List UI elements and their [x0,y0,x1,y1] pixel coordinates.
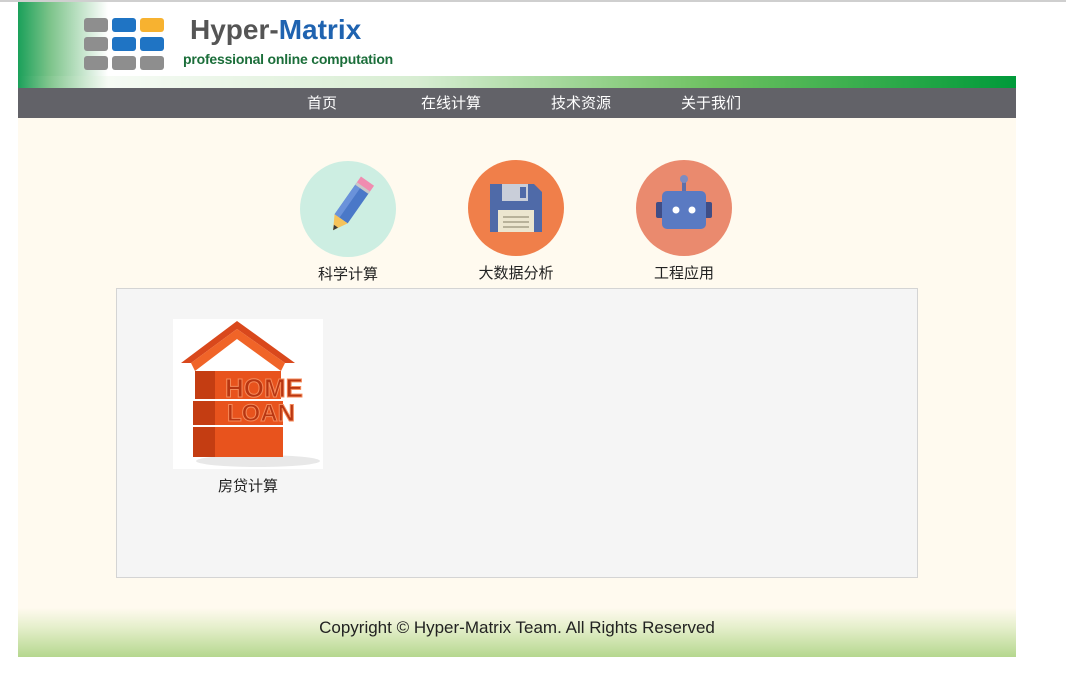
calculator-list-panel: HOME LOAN 房贷计算 [116,288,918,578]
logo-icon[interactable] [84,18,166,70]
nav-item-online-compute[interactable]: 在线计算 [421,88,481,118]
floppy-disk-icon[interactable] [468,160,564,256]
category-engineering-applications[interactable]: 工程应用 [636,160,732,282]
brand-title[interactable]: Hyper-Matrix [190,14,361,46]
nav-item-tech-resources[interactable]: 技术资源 [551,88,611,118]
calculator-item-home-loan[interactable]: HOME LOAN 房贷计算 [173,319,323,496]
category-label: 科学计算 [317,265,378,283]
home-loan-image-text-line2: LOAN [227,400,295,427]
footer: Copyright © Hyper-Matrix Team. All Right… [18,608,1016,657]
header: Hyper-Matrix professional online computa… [18,2,1016,88]
calculator-item-label: 房贷计算 [217,477,278,495]
brand-tagline: professional online computation [183,51,394,67]
copyright-text: Copyright © Hyper-Matrix Team. All Right… [319,618,715,637]
brand-title-part1: Hyper- [190,14,279,45]
pencil-icon[interactable] [300,161,396,257]
home-loan-icon[interactable]: HOME LOAN [173,319,323,469]
brand-title-part2: Matrix [278,14,362,45]
page: Hyper-Matrix professional online computa… [18,2,1016,657]
header-bottom-gradient [18,76,1016,88]
category-big-data-analysis[interactable]: 大数据分析 [468,160,564,282]
nav-item-home[interactable]: 首页 [307,88,337,118]
nav-item-about-us[interactable]: 关于我们 [681,88,741,118]
category-label: 大数据分析 [478,264,554,282]
category-label: 工程应用 [653,264,714,282]
category-scientific-computing[interactable]: 科学计算 [300,161,396,283]
main-nav: 首页 在线计算 技术资源 关于我们 [18,88,1016,118]
robot-icon[interactable] [636,160,732,256]
home-loan-image-text-line1: HOME [225,373,303,403]
